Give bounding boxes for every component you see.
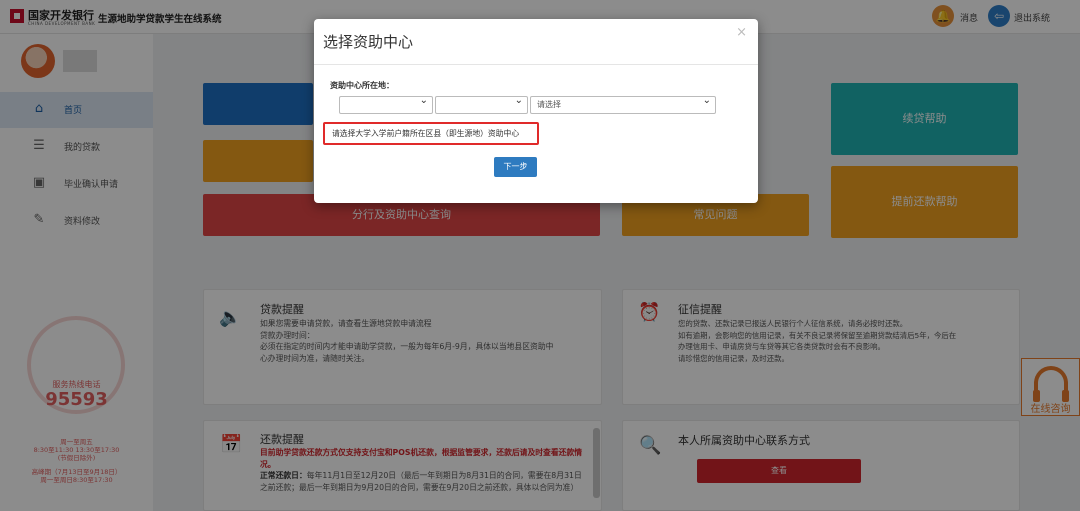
county-select[interactable]: 请选择 <box>530 93 716 114</box>
modal-title: 选择资助中心 <box>323 33 414 51</box>
province-select[interactable] <box>339 93 433 114</box>
hint-text: 请选择大学入学前户籍所在区县（即生源地）资助中心 <box>323 122 539 145</box>
close-icon[interactable]: × <box>736 25 747 40</box>
divider <box>314 64 758 65</box>
city-select[interactable] <box>435 93 528 114</box>
select-center-modal: 选择资助中心 × 资助中心所在地： 请选择 请选择大学入学前户籍所在区县（即生源… <box>314 19 758 203</box>
field-label: 资助中心所在地： <box>330 81 394 90</box>
next-button[interactable]: 下一步 <box>494 157 537 177</box>
